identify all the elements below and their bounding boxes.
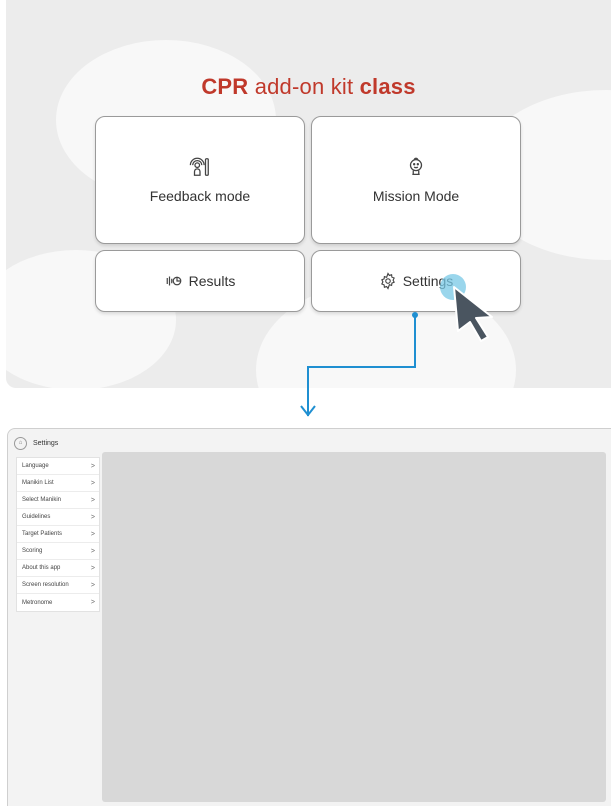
settings-title: Settings (33, 439, 59, 447)
menu-item-metronome[interactable]: Metronome > (17, 594, 99, 611)
feedback-mode-button[interactable]: Feedback mode (95, 116, 305, 244)
menu-item-label: Scoring (22, 548, 43, 554)
settings-content-pane (102, 452, 606, 802)
chevron-right-icon: > (90, 513, 95, 521)
menu-item-label: Guidelines (22, 514, 51, 520)
results-label: Results (188, 273, 236, 289)
chevron-right-icon: > (90, 462, 95, 470)
settings-window: ⌂ Settings Language > Manikin List > Sel… (7, 428, 611, 806)
menu-item-label: Metronome (22, 599, 53, 606)
page-title: CPR add-on kit class (6, 74, 611, 100)
menu-item-language[interactable]: Language > (17, 458, 99, 475)
menu-item-select-manikin[interactable]: Select Manikin > (17, 492, 99, 509)
chevron-right-icon: > (90, 496, 95, 504)
chevron-right-icon: > (90, 530, 95, 538)
mission-mode-icon (409, 157, 423, 175)
main-menu-screen: CPR add-on kit class Feedback mode Missi… (6, 0, 611, 388)
title-part-addon: add-on kit (254, 74, 354, 99)
menu-item-label: Manikin List (22, 480, 54, 486)
menu-item-label: Select Manikin (22, 497, 62, 503)
results-icon (166, 276, 182, 286)
results-button[interactable]: Results (95, 250, 305, 312)
feedback-mode-icon (189, 157, 209, 176)
mission-mode-button[interactable]: Mission Mode (311, 116, 521, 244)
home-icon[interactable]: ⌂ (14, 436, 27, 450)
title-part-class: class (359, 74, 416, 99)
menu-item-label: Target Patients (22, 531, 63, 537)
mouse-pointer-icon (453, 286, 493, 342)
arrow-down-icon (300, 405, 316, 417)
menu-item-label: Screen resolution (22, 582, 69, 588)
chevron-right-icon: > (90, 599, 95, 606)
chevron-right-icon: > (90, 581, 95, 589)
title-part-cpr: CPR (201, 74, 249, 99)
chevron-right-icon: > (90, 479, 95, 487)
connector-line-vertical (414, 315, 416, 367)
menu-item-screen-resolution[interactable]: Screen resolution > (17, 577, 99, 594)
menu-item-manikin-list[interactable]: Manikin List > (17, 475, 99, 492)
connector-line-horizontal (307, 366, 416, 368)
menu-item-scoring[interactable]: Scoring > (17, 543, 99, 560)
chevron-right-icon: > (90, 547, 95, 555)
menu-item-target-patients[interactable]: Target Patients > (17, 526, 99, 543)
settings-menu: Language > Manikin List > Select Manikin… (16, 457, 100, 612)
settings-header: ⌂ Settings (14, 435, 58, 451)
gear-icon (380, 272, 395, 290)
menu-item-label: Language (22, 463, 49, 469)
feedback-mode-label: Feedback mode (149, 188, 251, 204)
chevron-right-icon: > (90, 564, 95, 572)
menu-item-label: About this app (22, 565, 61, 571)
mission-mode-label: Mission Mode (372, 188, 460, 204)
menu-item-about[interactable]: About this app > (17, 560, 99, 577)
menu-item-guidelines[interactable]: Guidelines > (17, 509, 99, 526)
